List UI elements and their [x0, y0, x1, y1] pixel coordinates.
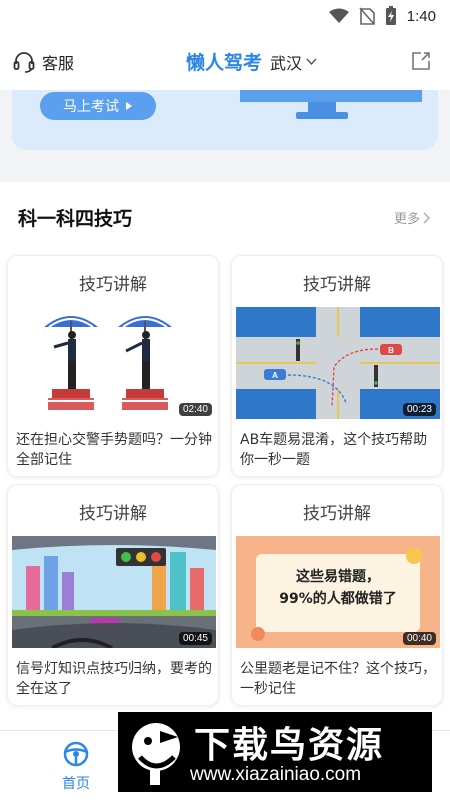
card-description: AB车题易混淆，这个技巧帮助你一秒一题: [240, 432, 428, 468]
exam-banner[interactable]: 马上考试: [12, 90, 438, 150]
video-duration: 02:40: [178, 403, 212, 416]
section-title: 科一科四技巧: [18, 208, 133, 230]
card-description: 信号灯知识点技巧归纳，要考的全在这了: [16, 661, 212, 697]
watermark-url: www.xiazainiao.com: [190, 764, 362, 785]
chevron-right-icon: [423, 212, 430, 223]
card-description: 公里题老是记不住？这个技巧，一秒记住: [240, 661, 436, 697]
tab-home-label: 首页: [62, 776, 90, 792]
card-title: 技巧讲解: [303, 275, 371, 295]
video-thumbnail[interactable]: 00:45: [12, 536, 216, 648]
video-card[interactable]: 技巧讲解 A B 00:23 AB车题易混淆，这个技巧帮助你一秒一题: [231, 255, 443, 477]
car-b-label: B: [388, 346, 394, 355]
status-time: 1:40: [406, 7, 436, 25]
app-name: 懒人驾考: [186, 52, 263, 74]
more-link[interactable]: 更多: [394, 208, 430, 227]
wifi-icon: [328, 8, 349, 23]
video-duration: 00:23: [402, 403, 436, 416]
share-icon: [412, 52, 430, 70]
video-duration: 00:40: [402, 632, 436, 645]
start-exam-button[interactable]: 马上考试: [40, 92, 156, 120]
play-arrow-icon: [126, 102, 132, 110]
watermark: 下载鸟资源 www.xiazainiao.com: [118, 712, 432, 792]
video-card[interactable]: 技巧讲解 00:45 信号灯知识点技巧归纳，要考的全在这了: [7, 484, 219, 706]
card-title: 技巧讲解: [79, 275, 147, 295]
car-a-label: A: [272, 371, 278, 380]
app-title: 懒人驾考 武汉: [186, 48, 317, 75]
poster-line-1: 这些易错题，: [296, 569, 380, 585]
steering-wheel-icon: [63, 741, 89, 767]
more-label: 更多: [393, 212, 420, 227]
tab-home[interactable]: 首页: [48, 741, 104, 793]
status-bar: 1:40: [0, 0, 450, 32]
no-sim-icon: [359, 7, 375, 25]
video-thumbnail[interactable]: 这些易错题， 99%的人都做错了 00:40: [236, 536, 440, 648]
video-duration: 00:45: [178, 632, 212, 645]
poster-line-2: 99%的人都做错了: [279, 591, 397, 607]
city-selector[interactable]: 武汉: [270, 50, 302, 74]
start-exam-label: 马上考试: [63, 99, 119, 115]
chevron-down-icon[interactable]: [306, 58, 317, 66]
headset-icon: [13, 52, 35, 73]
card-title: 技巧讲解: [79, 504, 147, 524]
customer-service-label: 客服: [42, 54, 75, 73]
battery-charging-icon: [385, 6, 396, 25]
monitor-illustration: [240, 90, 422, 119]
bird-logo-icon: [132, 723, 180, 785]
video-thumbnail[interactable]: 02:40: [12, 307, 216, 419]
card-title: 技巧讲解: [303, 504, 371, 524]
top-bar: 客服 懒人驾考 武汉: [0, 32, 450, 90]
video-card[interactable]: 技巧讲解 02:40 还在担心交警手势题吗？一分钟全部记住: [7, 255, 219, 477]
video-thumbnail[interactable]: A B 00:23: [236, 307, 440, 419]
watermark-text: 下载鸟资源: [194, 725, 385, 766]
customer-service-button[interactable]: 客服: [12, 50, 74, 74]
video-card[interactable]: 技巧讲解 这些易错题， 99%的人都做错了 00:40 公里题老是记不住？这个技…: [231, 484, 443, 706]
card-description: 还在担心交警手势题吗？一分钟全部记住: [16, 432, 212, 468]
share-button[interactable]: [410, 50, 432, 76]
